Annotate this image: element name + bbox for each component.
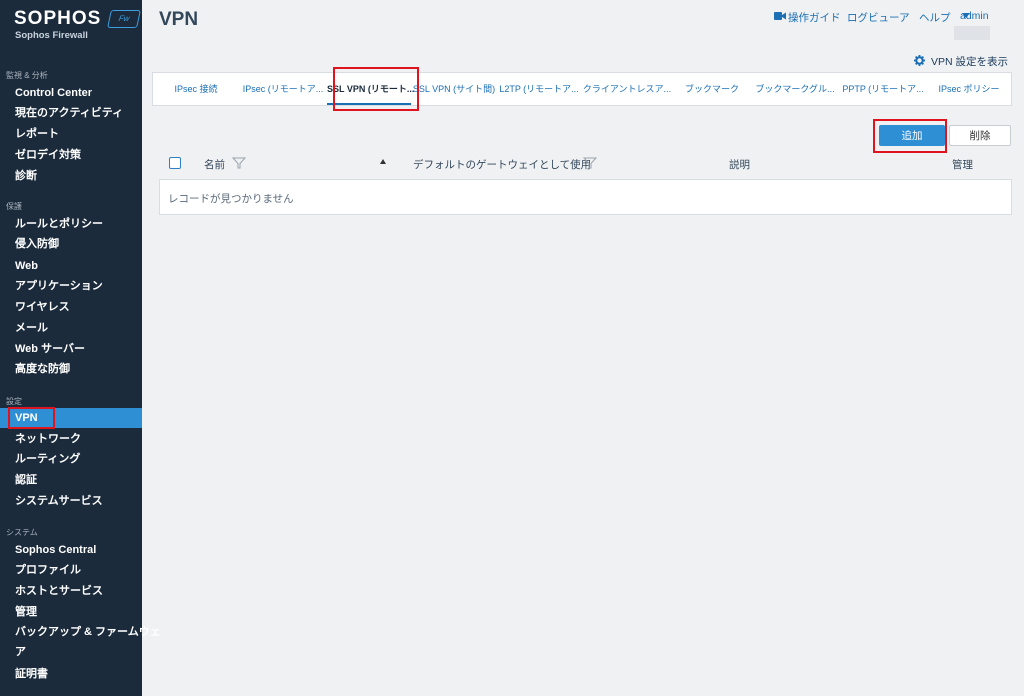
column-header-manage: 管理 (952, 159, 973, 171)
sidebar-item-administration[interactable]: 管理 (0, 602, 142, 622)
vpn-settings-link[interactable]: VPN 設定を表示 (914, 54, 1008, 69)
tab-l2tp-remote-access[interactable]: L2TP (リモートア... (497, 73, 581, 105)
empty-table-message: レコードが見つかりません (168, 193, 294, 205)
sidebar-item-reports[interactable]: レポート (0, 124, 142, 144)
column-header-default-gateway[interactable]: デフォルトのゲートウェイとして使用 (413, 157, 591, 172)
tab-highlight-box (333, 67, 419, 111)
tab-ipsec-connections[interactable]: IPsec 接続 (153, 73, 239, 105)
column-header-description: 説明 (729, 159, 750, 171)
sidebar-item-email[interactable]: メール (0, 318, 142, 338)
sidebar: SOPHOS Fw Sophos Firewall 監視 & 分析 Contro… (0, 0, 161, 696)
page-title: VPN (159, 9, 199, 30)
sidebar-item-backup-firmware[interactable]: バックアップ & ファームウェ (0, 622, 161, 642)
tab-clientless-access[interactable]: クライアントレスア... (581, 73, 673, 105)
brand-logo[interactable]: SOPHOS Fw Sophos Firewall (14, 8, 141, 44)
sidebar-item-backup-firmware-cont[interactable]: ア (0, 642, 142, 662)
admin-label: admin (960, 10, 989, 22)
column-header-name[interactable]: 名前 (204, 157, 225, 172)
app-window: SOPHOS Fw Sophos Firewall 監視 & 分析 Contro… (0, 0, 1024, 696)
main-content: VPN 操作ガイド ログビューア ヘルプ admin VPN 設定を表示 IPs… (142, 0, 1024, 696)
sidebar-item-web-server[interactable]: Web サーバー (0, 339, 142, 359)
guide-link[interactable]: 操作ガイド (788, 10, 841, 25)
sidebar-item-routing[interactable]: ルーティング (0, 449, 142, 469)
sidebar-item-authentication[interactable]: 認証 (0, 470, 142, 490)
sidebar-item-current-activity[interactable]: 現在のアクティビティ (0, 103, 142, 123)
sidebar-item-network[interactable]: ネットワーク (0, 429, 142, 449)
sidebar-item-hosts-services[interactable]: ホストとサービス (0, 581, 142, 601)
admin-info-placeholder (954, 26, 990, 40)
sidebar-item-system-services[interactable]: システムサービス (0, 491, 142, 511)
add-button[interactable]: 追加 (879, 125, 945, 146)
top-links: 操作ガイド ログビューア ヘルプ admin (774, 10, 1024, 24)
sidebar-item-certificates[interactable]: 証明書 (0, 664, 142, 684)
table-body: レコードが見つかりません (159, 179, 1012, 215)
select-all-checkbox[interactable] (169, 157, 181, 169)
sidebar-item-advanced-protection[interactable]: 高度な防御 (0, 359, 142, 379)
sort-ascending-icon[interactable] (380, 159, 386, 164)
brand-name: SOPHOS (14, 8, 102, 29)
sidebar-item-intrusion-prevention[interactable]: 侵入防御 (0, 234, 142, 254)
help-link[interactable]: ヘルプ (919, 10, 951, 25)
sidebar-section-configure-title: 設定 (6, 397, 22, 406)
sidebar-item-control-center[interactable]: Control Center (0, 83, 142, 103)
brand-product: Sophos Firewall (15, 30, 88, 41)
sidebar-item-sophos-central[interactable]: Sophos Central (0, 540, 142, 560)
tab-pptp-remote-access[interactable]: PPTP (リモートア... (839, 73, 927, 105)
sidebar-item-wireless[interactable]: ワイヤレス (0, 297, 142, 317)
sidebar-item-profiles[interactable]: プロファイル (0, 560, 142, 580)
sidebar-item-applications[interactable]: アプリケーション (0, 276, 142, 296)
tab-bookmark-groups[interactable]: ブックマークグル... (751, 73, 839, 105)
admin-menu[interactable]: admin (960, 10, 989, 22)
sidebar-item-diagnostics[interactable]: 診断 (0, 166, 142, 186)
sidebar-item-web[interactable]: Web (0, 256, 142, 276)
log-viewer-link[interactable]: ログビューア (847, 10, 910, 25)
vpn-highlight-box (8, 407, 55, 429)
sidebar-section-monitor-title: 監視 & 分析 (6, 71, 48, 80)
fw-badge-icon: Fw (107, 10, 141, 28)
filter-icon[interactable] (232, 156, 246, 170)
sidebar-section-system-title: システム (6, 528, 38, 537)
sidebar-section-protect-title: 保護 (6, 202, 22, 211)
tab-ipsec-policies[interactable]: IPsec ポリシー (927, 73, 1011, 105)
sidebar-item-zero-day[interactable]: ゼロデイ対策 (0, 145, 142, 165)
tab-bar: IPsec 接続 IPsec (リモートア... SSL VPN (リモート..… (152, 67, 1012, 111)
tab-bookmarks[interactable]: ブックマーク (673, 73, 751, 105)
filter-icon[interactable] (583, 156, 597, 170)
gear-icon (914, 55, 926, 66)
table-header: 名前 デフォルトのゲートウェイとして使用 説明 管理 (159, 153, 1012, 175)
tab-ssl-vpn-site-to-site[interactable]: SSL VPN (サイト間) (411, 73, 497, 105)
video-camera-icon (774, 12, 786, 20)
delete-button[interactable]: 削除 (949, 125, 1011, 146)
vpn-settings-label: VPN 設定を表示 (930, 56, 1008, 68)
tab-ipsec-remote-access[interactable]: IPsec (リモートア... (239, 73, 327, 105)
sidebar-item-rules-policies[interactable]: ルールとポリシー (0, 214, 142, 234)
